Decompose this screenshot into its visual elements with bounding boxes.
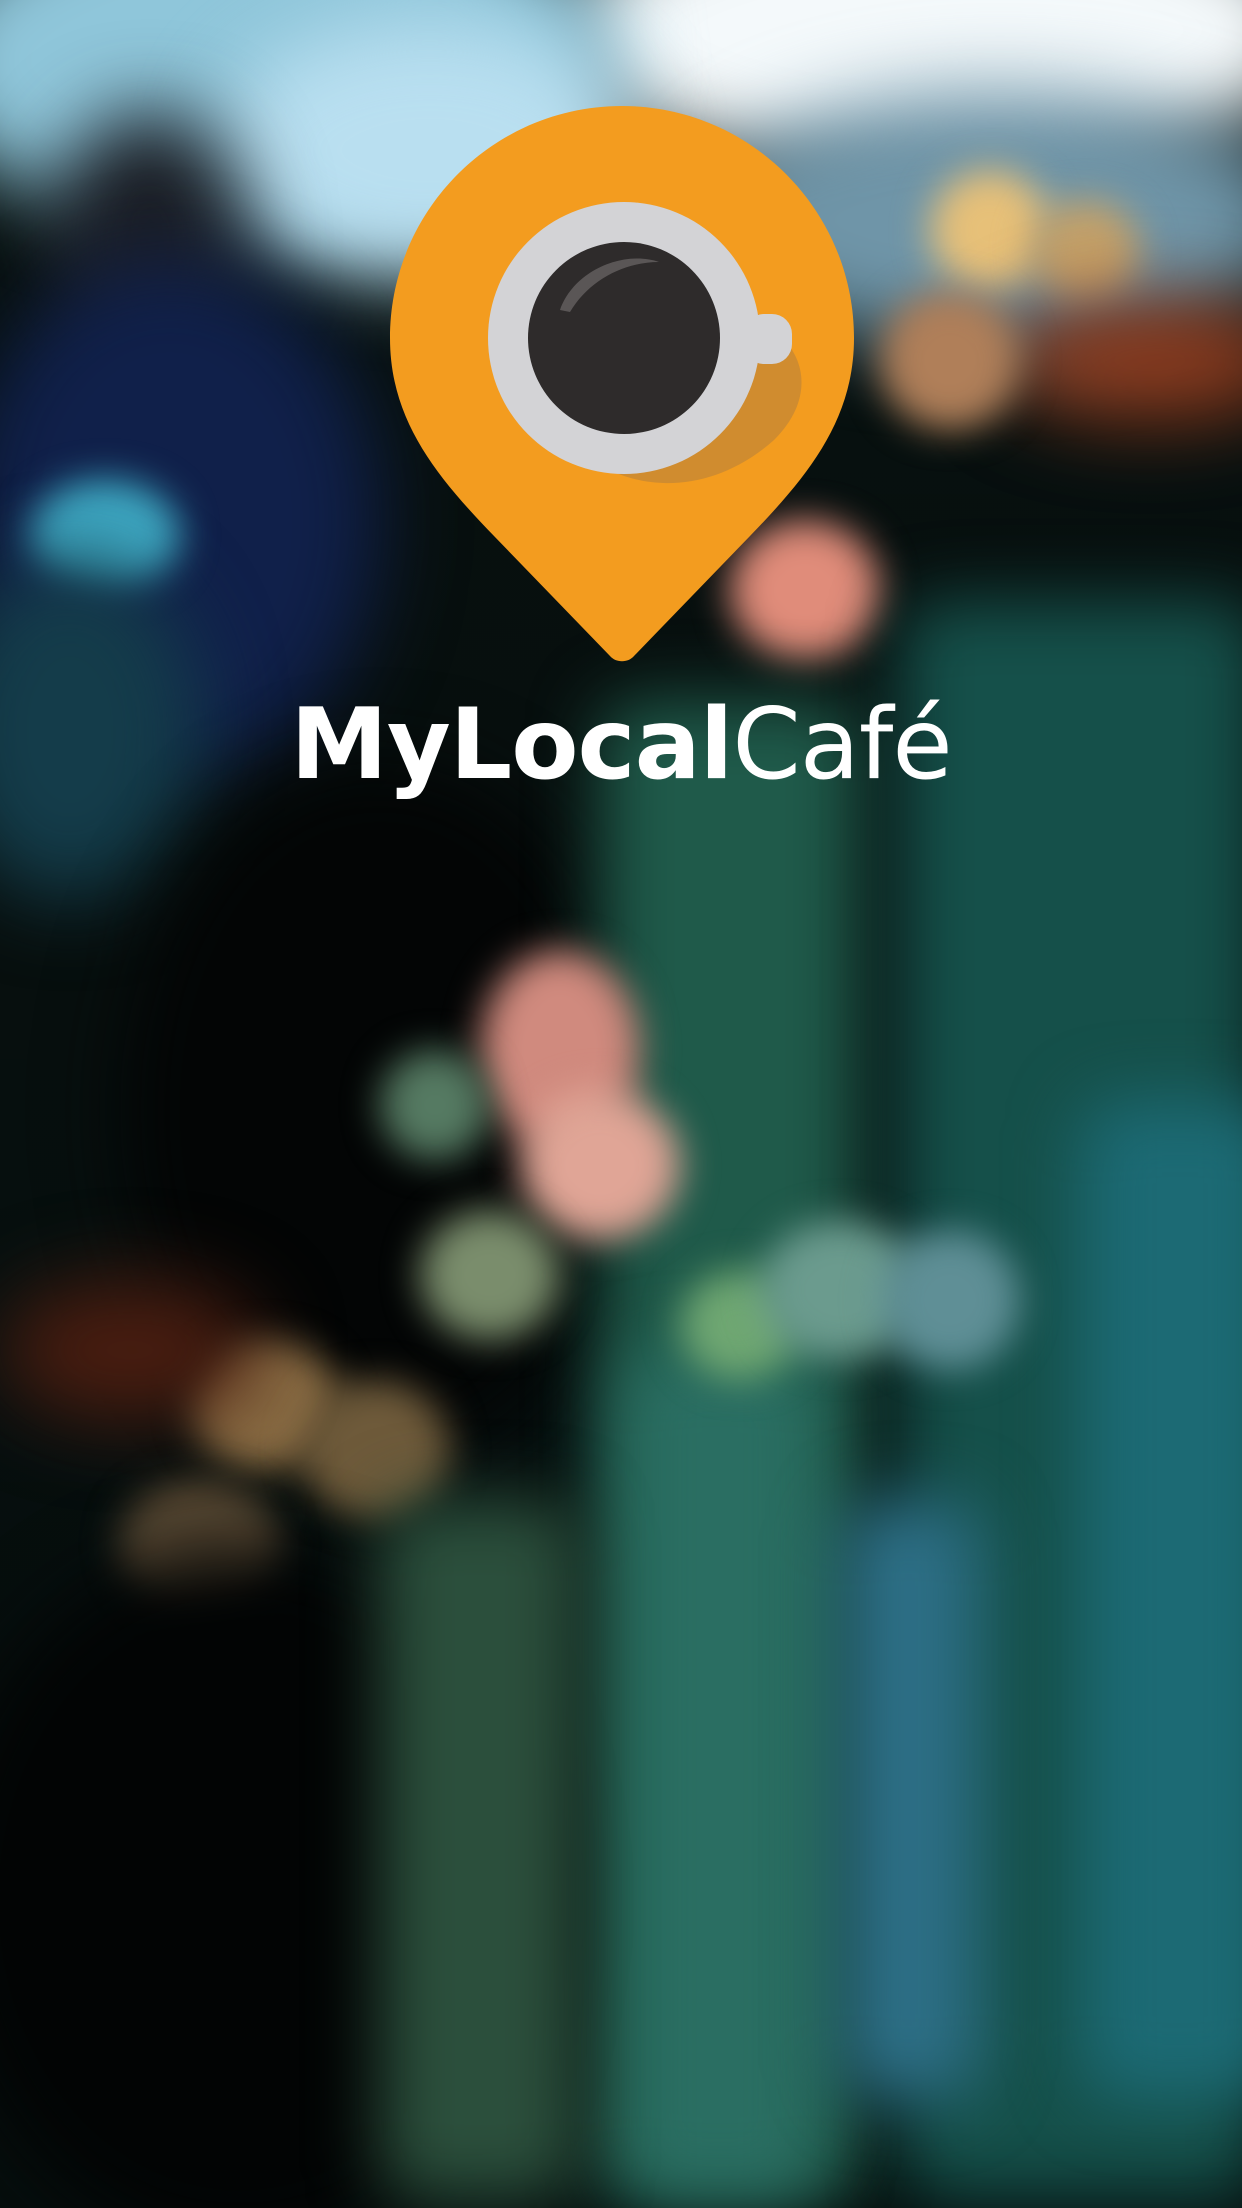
- splash-screen: MyLocalCafé: [0, 0, 1242, 2208]
- wordmark-light: Café: [732, 688, 952, 802]
- wordmark-bold: MyLocal: [290, 688, 733, 802]
- logo-area: MyLocalCafé: [0, 0, 1242, 900]
- map-pin-coffee-cup-icon: [390, 106, 854, 662]
- coffee-surface: [528, 242, 720, 434]
- app-wordmark: MyLocalCafé: [0, 690, 1242, 800]
